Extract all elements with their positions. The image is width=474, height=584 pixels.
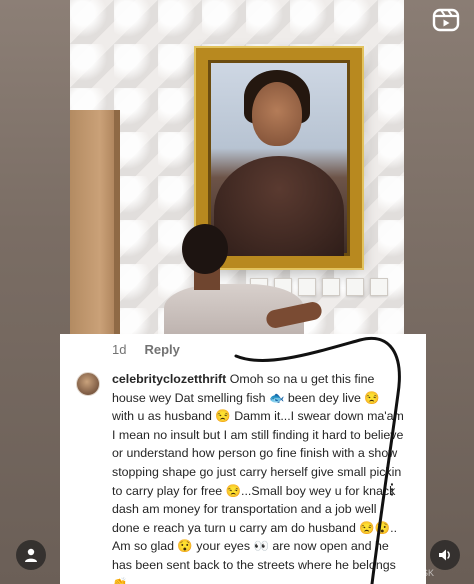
comment-text: celebrityclozetthrift Omoh so na u get t…	[112, 370, 404, 584]
comment-username[interactable]: celebrityclozetthrift	[112, 372, 226, 386]
person-head	[182, 224, 228, 274]
reply-button[interactable]: Reply	[144, 342, 179, 357]
avatar[interactable]	[76, 372, 100, 396]
watermark: ASK	[416, 568, 435, 578]
switch	[346, 278, 364, 296]
more-vertical-icon[interactable]: · · ·	[390, 477, 396, 501]
reels-icon[interactable]	[432, 8, 460, 32]
portrait-face	[252, 82, 302, 146]
switch	[298, 278, 316, 296]
door-frame	[70, 110, 120, 334]
comment-card: 1d Reply celebrityclozetthrift Omoh so n…	[60, 334, 426, 584]
switch	[370, 278, 388, 296]
profile-icon[interactable]	[16, 540, 46, 570]
video-frame[interactable]	[70, 0, 404, 334]
comment-meta: 1d Reply	[112, 342, 180, 357]
volume-icon[interactable]	[430, 540, 460, 570]
switch	[322, 278, 340, 296]
comment-age: 1d	[112, 342, 127, 357]
comment-body: Omoh so na u get this fine house wey Dat…	[112, 372, 404, 584]
portrait-dress	[214, 156, 344, 256]
